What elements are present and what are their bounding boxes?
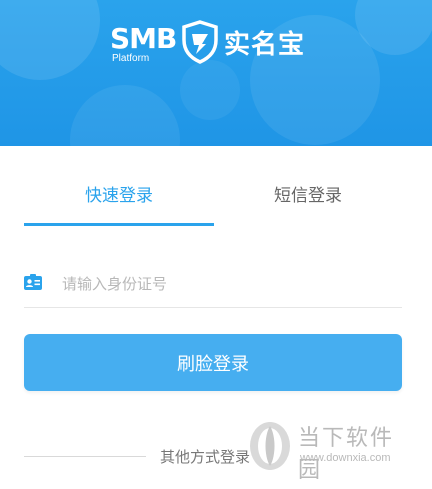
tab-quick-login[interactable]: 快速登录: [24, 183, 214, 209]
decorative-bubble: [0, 0, 100, 80]
input-underline: [24, 307, 402, 308]
id-number-input[interactable]: [62, 272, 392, 296]
tab-sms-login[interactable]: 短信登录: [214, 183, 402, 209]
watermark: 当下软件园 www.downxia.com: [244, 416, 414, 483]
id-card-icon: [24, 274, 42, 290]
other-login-methods-label: 其他方式登录: [160, 448, 251, 466]
shield-icon: [182, 20, 218, 64]
decorative-bubble: [70, 85, 180, 146]
header-banner: SMB Platform 实名宝: [0, 0, 432, 146]
logo-smb-text: SMB: [110, 22, 177, 55]
active-tab-indicator: [24, 223, 214, 226]
logo-platform-text: Platform: [112, 53, 150, 64]
divider-line: [24, 456, 146, 457]
leaf-logo-icon: [250, 422, 290, 470]
watermark-url: www.downxia.com: [300, 452, 391, 464]
logo-title: 实名宝: [224, 30, 306, 60]
face-login-button[interactable]: 刷脸登录: [24, 334, 402, 391]
app-logo: SMB Platform 实名宝: [110, 18, 330, 70]
